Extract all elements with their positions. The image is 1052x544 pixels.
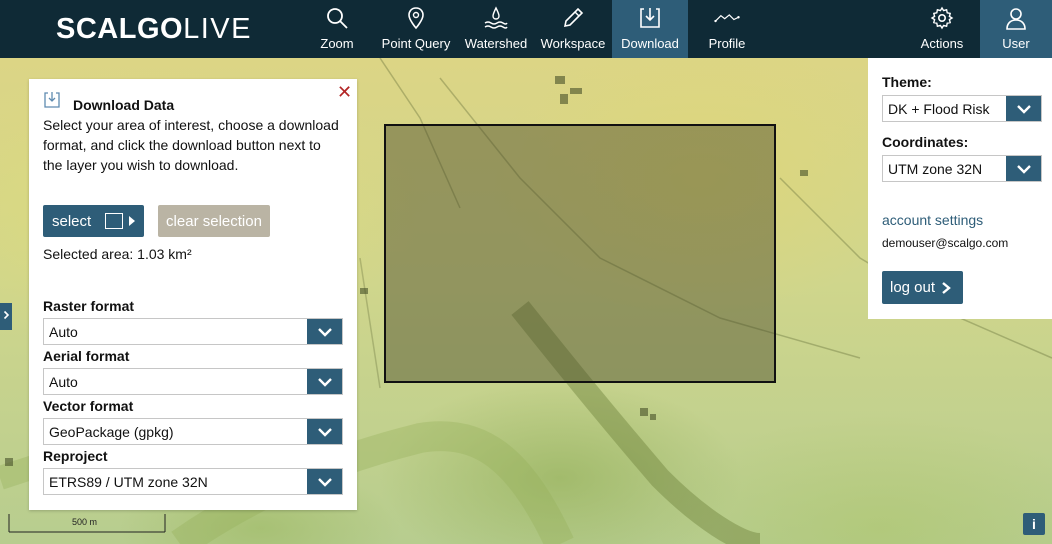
raster-format-value: Auto [49, 323, 78, 340]
panel-title: Download Data [73, 96, 175, 113]
reproject-value: ETRS89 / UTM zone 32N [49, 473, 208, 490]
panel-header: Download Data [43, 91, 174, 114]
nav-point-query[interactable]: Point Query [380, 0, 452, 58]
nav-user[interactable]: User [980, 0, 1052, 58]
logout-button[interactable]: log out [882, 271, 963, 304]
logout-label: log out [890, 279, 936, 296]
raster-format-select[interactable]: Auto [43, 318, 343, 345]
expand-sidebar-tab[interactable] [0, 303, 12, 330]
scale-bar-label: 500 m [72, 517, 98, 527]
raster-format-label: Raster format [43, 298, 135, 314]
map-scale-bar: 500 m [8, 512, 166, 534]
aerial-format-select[interactable]: Auto [43, 368, 343, 395]
chevron-down-icon [1006, 96, 1041, 121]
scalgo-live-logo[interactable]: SCALGOLIVE [56, 13, 252, 46]
nav-zoom[interactable]: Zoom [314, 0, 360, 58]
nav-point-query-label: Point Query [381, 36, 451, 51]
nav-actions[interactable]: Actions [918, 0, 966, 58]
download-icon [637, 5, 663, 31]
chevron-down-icon [307, 369, 342, 394]
nav-watershed[interactable]: Watershed [463, 0, 529, 58]
account-settings-link[interactable]: account settings [882, 212, 983, 228]
theme-select[interactable]: DK + Flood Risk [882, 95, 1042, 122]
user-icon [1003, 5, 1029, 31]
logo-thin-text: LIVE [183, 13, 252, 45]
nav-download[interactable]: Download [612, 0, 688, 58]
chevron-down-icon [1006, 156, 1041, 181]
download-small-icon [43, 91, 61, 114]
nav-profile[interactable]: Profile [705, 0, 749, 58]
watershed-icon [483, 5, 509, 31]
nav-watershed-label: Watershed [464, 36, 528, 51]
select-button-label: select [52, 212, 92, 230]
aerial-format-label: Aerial format [43, 348, 130, 364]
coordinates-label: Coordinates: [882, 134, 969, 150]
nav-workspace[interactable]: Workspace [539, 0, 607, 58]
gear-icon [929, 5, 955, 31]
nav-profile-label: Profile [708, 36, 746, 51]
nav-zoom-label: Zoom [320, 36, 354, 51]
info-button[interactable]: i [1023, 513, 1045, 535]
clear-selection-button[interactable]: clear selection [158, 205, 270, 237]
nav-user-label: User [1002, 36, 1030, 51]
close-icon[interactable]: ✕ [337, 83, 352, 101]
nav-download-label: Download [621, 36, 679, 51]
area-selection-rectangle[interactable] [384, 124, 776, 383]
chevron-down-icon [307, 319, 342, 344]
vector-format-select[interactable]: GeoPackage (gpkg) [43, 418, 343, 445]
select-area-button[interactable]: select [43, 205, 144, 237]
vector-format-value: GeoPackage (gpkg) [49, 423, 174, 440]
reproject-select[interactable]: ETRS89 / UTM zone 32N [43, 468, 343, 495]
coordinates-select[interactable]: UTM zone 32N [882, 155, 1042, 182]
aerial-format-value: Auto [49, 373, 78, 390]
chevron-right-icon [3, 310, 10, 323]
nav-workspace-label: Workspace [540, 36, 606, 51]
chevron-right-icon [941, 281, 951, 295]
reproject-label: Reproject [43, 448, 108, 464]
logo-bold-text: SCALGO [56, 13, 184, 45]
download-data-panel: ✕ Download Data Select your area of inte… [29, 79, 357, 510]
nav-actions-label: Actions [920, 36, 964, 51]
panel-description: Select your area of interest, choose a d… [43, 117, 339, 173]
chevron-down-icon [307, 419, 342, 444]
pin-icon [403, 5, 429, 31]
profile-icon [714, 5, 740, 31]
chevron-down-icon [307, 469, 342, 494]
theme-value: DK + Flood Risk [888, 100, 990, 117]
user-email: demouser@scalgo.com [882, 236, 1009, 250]
rectangle-icon [105, 213, 124, 229]
vector-format-label: Vector format [43, 398, 134, 414]
caret-right-icon [129, 216, 136, 226]
top-navigation-bar: SCALGOLIVE Zoom Point Query Watershed Wo… [0, 0, 1052, 58]
coordinates-value: UTM zone 32N [888, 160, 983, 177]
zoom-icon [324, 5, 350, 31]
pencil-icon [560, 5, 586, 31]
theme-label: Theme: [882, 74, 932, 90]
selected-area-text: Selected area: 1.03 km² [43, 246, 192, 262]
user-settings-panel: Theme: DK + Flood Risk Coordinates: UTM … [868, 58, 1052, 319]
